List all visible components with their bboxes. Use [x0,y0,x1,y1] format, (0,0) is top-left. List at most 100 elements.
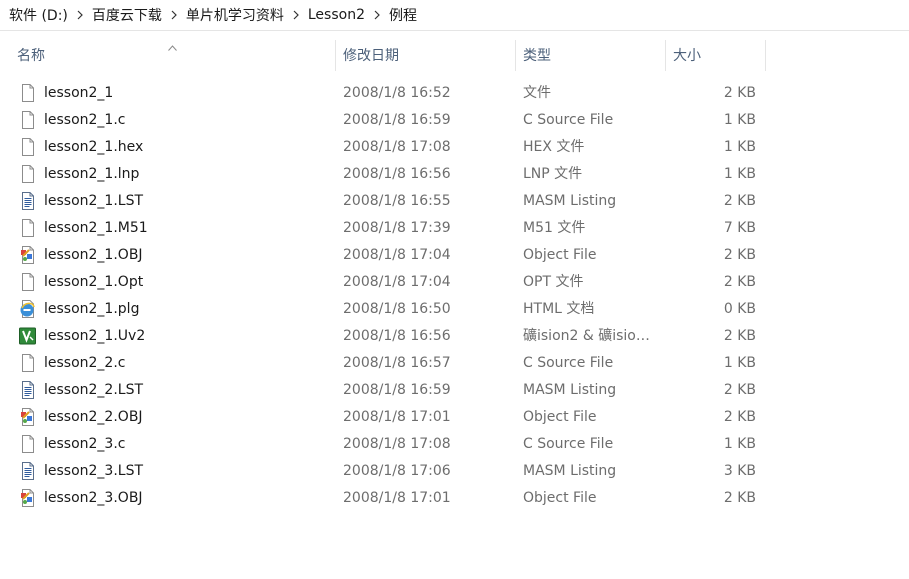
generic-file-icon [19,165,37,183]
file-date: 2008/1/8 16:59 [343,382,451,398]
file-name: lesson2_1.Uv2 [44,328,146,344]
column-header-name[interactable]: 名称 [10,38,334,72]
file-date: 2008/1/8 16:52 [343,85,451,101]
file-row[interactable]: lesson2_1.hex 2008/1/8 17:08 HEX 文件 1 KB [0,134,909,161]
column-header-size[interactable]: 大小 [666,38,764,72]
file-size: 1 KB [723,436,756,452]
file-name: lesson2_1.lnp [44,166,140,182]
column-header-date[interactable]: 修改日期 [336,38,514,72]
file-type: HTML 文档 [523,301,595,317]
generic-file-icon [19,219,37,237]
file-date: 2008/1/8 16:56 [343,328,451,344]
file-date: 2008/1/8 17:39 [343,220,451,236]
file-date: 2008/1/8 17:06 [343,463,451,479]
file-date: 2008/1/8 17:08 [343,139,451,155]
generic-file-icon [19,354,37,372]
file-date: 2008/1/8 16:57 [343,355,451,371]
file-size: 2 KB [723,247,756,263]
file-size: 2 KB [723,193,756,209]
file-type: C Source File [523,436,614,452]
file-type: C Source File [523,355,614,371]
file-size: 1 KB [723,166,756,182]
file-row[interactable]: lesson2_1.lnp 2008/1/8 16:56 LNP 文件 1 KB [0,161,909,188]
file-size: 2 KB [723,274,756,290]
file-date: 2008/1/8 16:50 [343,301,451,317]
column-header-type[interactable]: 类型 [516,38,664,72]
breadcrumb: 软件 (D:) 百度云下载 单片机学习资料 Lesson2 例程 [0,0,909,31]
uvision-file-icon [19,327,37,345]
file-date: 2008/1/8 17:01 [343,409,451,425]
file-row[interactable]: lesson2_2.LST 2008/1/8 16:59 MASM Listing 2… [0,377,909,404]
file-row[interactable]: lesson2_2.OBJ 2008/1/8 17:01 Object File 2 … [0,404,909,431]
file-size: 7 KB [723,220,756,236]
file-row[interactable]: lesson2_1.Uv2 2008/1/8 16:56 礦ision2 & 礦is… [0,323,909,350]
breadcrumb-item-drive[interactable]: 软件 (D:) [6,3,71,27]
file-type: MASM Listing [523,193,617,209]
chevron-right-icon[interactable] [368,10,386,20]
chevron-right-icon[interactable] [165,10,183,20]
file-row[interactable]: lesson2_1.Opt 2008/1/8 17:04 OPT 文件 2 KB [0,269,909,296]
file-name: lesson2_1 [44,85,114,101]
file-name: lesson2_1.plg [44,301,140,317]
file-size: 3 KB [723,463,756,479]
breadcrumb-item-lesson2[interactable]: Lesson2 [305,5,368,25]
file-date: 2008/1/8 17:04 [343,247,451,263]
text-file-icon [19,381,37,399]
file-row[interactable]: lesson2_2.c 2008/1/8 16:57 C Source File 1 … [0,350,909,377]
file-size: 2 KB [723,382,756,398]
file-type: MASM Listing [523,382,617,398]
generic-file-icon [19,84,37,102]
file-type: HEX 文件 [523,139,585,155]
breadcrumb-item-examples[interactable]: 例程 [386,3,420,27]
file-type: OPT 文件 [523,274,584,290]
file-type: Object File [523,490,597,506]
file-row[interactable]: lesson2_3.LST 2008/1/8 17:06 MASM Listing 3… [0,458,909,485]
file-type: M51 文件 [523,220,586,236]
file-name: lesson2_2.LST [44,382,144,398]
file-name: lesson2_1.M51 [44,220,148,236]
file-row[interactable]: lesson2_3.OBJ 2008/1/8 17:01 Object File 2 … [0,485,909,512]
file-row[interactable]: lesson2_1 2008/1/8 16:52 文件 2 KB [0,80,909,107]
generic-file-icon [19,138,37,156]
generic-file-icon [19,111,37,129]
file-name: lesson2_1.hex [44,139,144,155]
file-row[interactable]: lesson2_1.c 2008/1/8 16:59 C Source File 1 … [0,107,909,134]
file-type: 文件 [523,85,551,101]
file-name: lesson2_2.c [44,355,126,371]
file-date: 2008/1/8 17:08 [343,436,451,452]
file-type: Object File [523,247,597,263]
file-name: lesson2_1.LST [44,193,144,209]
file-row[interactable]: lesson2_1.LST 2008/1/8 16:55 MASM Listing 2… [0,188,909,215]
file-size: 1 KB [723,355,756,371]
object-file-icon [19,489,37,507]
file-date: 2008/1/8 16:59 [343,112,451,128]
file-list: lesson2_1 2008/1/8 16:52 文件 2 KB lesson2_1.… [0,80,909,512]
generic-file-icon [19,435,37,453]
file-date: 2008/1/8 16:55 [343,193,451,209]
text-file-icon [19,462,37,480]
file-type: 礦ision2 & 礦isio… [523,328,650,344]
file-row[interactable]: lesson2_1.M51 2008/1/8 17:39 M51 文件 7 KB [0,215,909,242]
breadcrumb-item-materials[interactable]: 单片机学习资料 [183,3,287,27]
chevron-right-icon[interactable] [287,10,305,20]
file-name: lesson2_1.OBJ [44,247,143,263]
chevron-right-icon[interactable] [71,10,89,20]
column-divider[interactable] [765,40,766,71]
text-file-icon [19,192,37,210]
file-name: lesson2_3.LST [44,463,144,479]
generic-file-icon [19,273,37,291]
file-name: lesson2_1.Opt [44,274,144,290]
file-row[interactable]: lesson2_1.OBJ 2008/1/8 17:04 Object File 2 … [0,242,909,269]
file-name: lesson2_2.OBJ [44,409,143,425]
file-size: 2 KB [723,490,756,506]
file-row[interactable]: lesson2_1.plg 2008/1/8 16:50 HTML 文档 0 KB [0,296,909,323]
column-header-row: 名称 修改日期 类型 大小 [0,38,909,72]
file-name: lesson2_1.c [44,112,126,128]
file-name: lesson2_3.c [44,436,126,452]
object-file-icon [19,246,37,264]
file-row[interactable]: lesson2_3.c 2008/1/8 17:08 C Source File 1 … [0,431,909,458]
html-file-icon [19,300,37,318]
file-type: MASM Listing [523,463,617,479]
file-type: C Source File [523,112,614,128]
breadcrumb-item-baidu[interactable]: 百度云下载 [89,3,165,27]
